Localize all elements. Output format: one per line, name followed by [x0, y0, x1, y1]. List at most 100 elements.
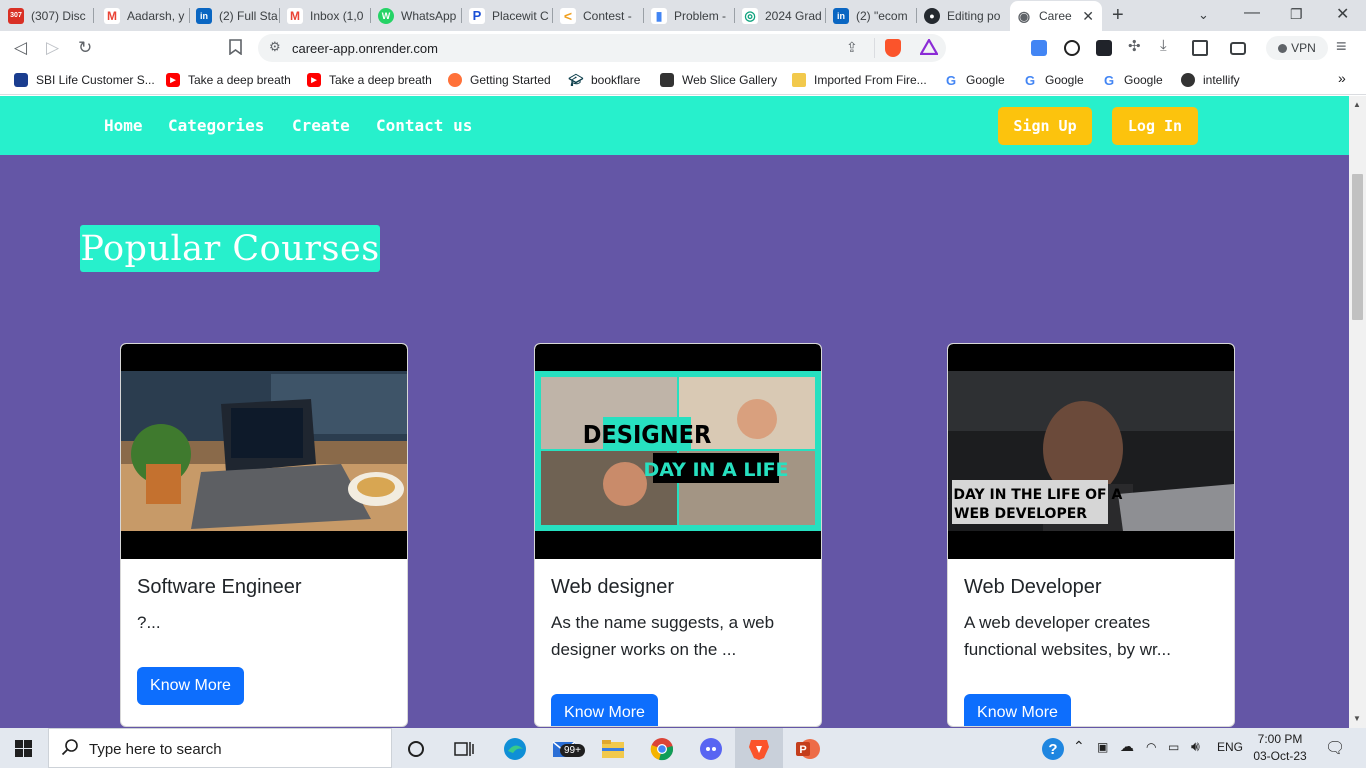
scroll-down-icon[interactable]: ▼: [1353, 714, 1361, 723]
bookmark-item[interactable]: Getting Started: [448, 72, 551, 88]
bookmark-item[interactable]: Web Slice Gallery: [660, 72, 777, 88]
card-description: As the name suggests, a web designer wor…: [551, 613, 775, 659]
vpn-button[interactable]: VPN: [1266, 36, 1328, 60]
reload-icon[interactable]: ↻: [78, 38, 92, 58]
menu-icon[interactable]: ≡: [1336, 36, 1347, 57]
sbi-icon: [14, 73, 28, 87]
restore-icon[interactable]: ❐: [1290, 6, 1303, 23]
browser-tab[interactable]: W WhatsApp: [378, 2, 462, 29]
windows-start-icon[interactable]: [15, 740, 32, 757]
tab-label: WhatsApp: [401, 8, 457, 23]
address-bar[interactable]: ⚙ career-app.onrender.com ⇪: [258, 34, 946, 62]
bookmark-item[interactable]: G Google: [1023, 72, 1084, 88]
sidebar-icon[interactable]: [1192, 40, 1208, 56]
powerpoint-icon[interactable]: P: [795, 736, 821, 762]
edge-icon[interactable]: [502, 736, 528, 762]
browser-tab[interactable]: ▮ Problem -: [651, 2, 735, 29]
tray-chevron-icon[interactable]: ⌃: [1073, 738, 1085, 755]
course-card: DESIGNER DAY IN A LIFE Web designer As t…: [534, 343, 822, 727]
know-more-button[interactable]: Know More: [964, 694, 1071, 726]
signup-button[interactable]: Sign Up: [998, 107, 1092, 145]
language-indicator[interactable]: ENG: [1217, 740, 1243, 754]
globe-icon: [1181, 73, 1195, 87]
taskbar-clock[interactable]: 7:00 PM 03-Oct-23: [1249, 731, 1311, 765]
chrome-icon[interactable]: [649, 736, 675, 762]
volume-icon[interactable]: 🔊︎: [1191, 738, 1200, 755]
back-icon[interactable]: ◁: [14, 38, 27, 58]
browser-tab[interactable]: M Aadarsh, y: [104, 2, 190, 29]
bookmark-label: Take a deep breath: [329, 73, 432, 87]
login-button[interactable]: Log In: [1112, 107, 1198, 145]
bookmark-item[interactable]: intellify: [1181, 72, 1240, 88]
minimize-icon[interactable]: —: [1244, 4, 1260, 22]
youtube-icon: ▶: [307, 73, 321, 87]
bookmark-label: Imported From Fire...: [814, 73, 927, 87]
bookmark-item[interactable]: ▶ Take a deep breath: [166, 72, 291, 88]
browser-tab-active[interactable]: ◉ Caree ✕: [1010, 1, 1102, 31]
bookmark-item[interactable]: Imported From Fire...: [792, 72, 927, 88]
new-tab-icon[interactable]: +: [1112, 4, 1124, 27]
nav-link-categories[interactable]: Categories: [168, 116, 264, 135]
share-icon[interactable]: ⇪: [846, 39, 858, 56]
file-explorer-icon[interactable]: [600, 736, 626, 762]
more-bookmarks-icon[interactable]: »: [1338, 70, 1346, 86]
meet-now-icon[interactable]: ▣: [1097, 740, 1108, 754]
brave-icon[interactable]: [746, 736, 772, 762]
close-tab-icon[interactable]: ✕: [1082, 8, 1094, 25]
wallet-icon[interactable]: [1230, 42, 1246, 55]
placewit-icon: P: [469, 7, 485, 24]
thumb-subheadline: DAY IN A LIFE: [643, 459, 788, 481]
window-close-icon[interactable]: ✕: [1336, 4, 1349, 24]
url-text[interactable]: career-app.onrender.com: [292, 41, 438, 56]
bookmark-item[interactable]: G Google: [1102, 72, 1163, 88]
react-devtools-icon[interactable]: [1096, 40, 1112, 56]
taskbar-search[interactable]: Type here to search: [48, 728, 392, 768]
help-icon[interactable]: ?: [1040, 736, 1066, 762]
clock-date: 03-Oct-23: [1253, 749, 1307, 763]
know-more-button[interactable]: Know More: [551, 694, 658, 726]
tab-label: Problem -: [674, 8, 727, 23]
wifi-icon[interactable]: ◠: [1146, 740, 1156, 754]
bookmarks-bar: SBI Life Customer S... ▶ Take a deep brea…: [0, 65, 1366, 95]
download-icon[interactable]: ⤓: [1160, 37, 1176, 54]
bookmark-label: intellify: [1203, 73, 1240, 87]
bookmark-item[interactable]: ▶ Take a deep breath: [307, 72, 432, 88]
nav-link-home[interactable]: Home: [104, 116, 143, 135]
browser-tab[interactable]: M Inbox (1,0: [287, 2, 371, 29]
card-title: Web designer: [551, 576, 675, 598]
bookmark-item[interactable]: 🎓︎ bookflare: [568, 72, 640, 88]
site-info-icon[interactable]: ⚙: [269, 39, 281, 55]
forward-icon[interactable]: ▷: [46, 38, 59, 58]
battery-icon[interactable]: ▭: [1168, 740, 1179, 754]
notifications-icon[interactable]: 🗨︎: [1325, 738, 1345, 758]
task-view-icon[interactable]: [451, 736, 477, 762]
wordtune-extension-icon[interactable]: [1064, 40, 1080, 56]
scroll-up-icon[interactable]: ▲: [1353, 100, 1361, 109]
scrollbar-thumb[interactable]: [1352, 174, 1363, 320]
bookmark-icon[interactable]: [229, 39, 242, 59]
nav-link-contact[interactable]: Contact us: [376, 116, 472, 135]
cortana-icon[interactable]: [403, 736, 429, 762]
know-more-button[interactable]: Know More: [137, 667, 244, 705]
browser-tab[interactable]: in (2) "ecom: [833, 2, 917, 29]
browser-tab[interactable]: in (2) Full Sta: [196, 2, 280, 29]
nav-link-create[interactable]: Create: [292, 116, 350, 135]
discord-icon[interactable]: [698, 736, 724, 762]
browser-tab[interactable]: P Placewit C: [469, 2, 553, 29]
tab-search-chevron-icon[interactable]: ⌄: [1198, 7, 1209, 23]
extensions-puzzle-icon[interactable]: ✣: [1128, 37, 1144, 55]
bookmark-item[interactable]: SBI Life Customer S...: [14, 72, 155, 88]
translate-extension-icon[interactable]: [1031, 40, 1047, 56]
page-scrollbar[interactable]: ▲ ▼: [1349, 96, 1366, 728]
browser-tab[interactable]: < Contest -: [560, 2, 644, 29]
browser-tab[interactable]: ◎ 2024 Grad: [742, 2, 826, 29]
browser-tab[interactable]: 307 (307) Disc: [8, 2, 94, 29]
bookmark-item[interactable]: G Google: [944, 72, 1005, 88]
mail-icon[interactable]: 99+: [552, 736, 585, 762]
tab-label: Placewit C: [492, 8, 549, 23]
onedrive-icon[interactable]: ☁: [1120, 738, 1134, 755]
brave-shield-icon[interactable]: [885, 39, 901, 57]
tab-label: (2) Full Sta: [219, 8, 278, 23]
brave-rewards-icon[interactable]: [919, 37, 939, 60]
browser-tab[interactable]: ● Editing po: [924, 2, 1008, 29]
